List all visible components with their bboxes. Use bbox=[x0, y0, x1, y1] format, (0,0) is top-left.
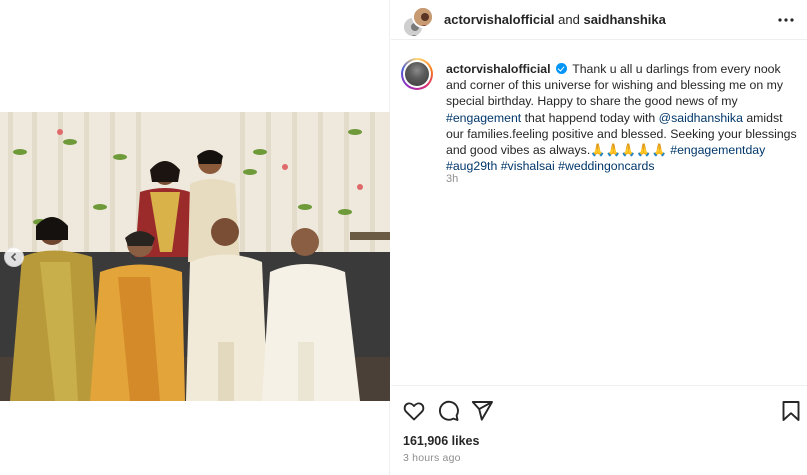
posted-time[interactable]: 3 hours ago bbox=[403, 452, 461, 464]
hashtag-engagementday[interactable]: #engagementday bbox=[670, 143, 765, 157]
hashtag-engagement[interactable]: #engagement bbox=[446, 111, 521, 125]
bookmark-icon bbox=[782, 401, 800, 421]
caption-avatar[interactable] bbox=[401, 58, 433, 90]
caption-emojis: 🙏🙏🙏🙏🙏 bbox=[590, 143, 667, 158]
like-button[interactable] bbox=[402, 399, 426, 423]
post-media bbox=[0, 0, 390, 475]
family-photo-illustration bbox=[0, 112, 390, 401]
share-button[interactable] bbox=[470, 399, 494, 423]
post-side-panel: actorvishalofficial and saidhanshika act… bbox=[391, 0, 807, 475]
likes-count[interactable]: 161,906 likes bbox=[403, 434, 479, 448]
chevron-left-icon bbox=[10, 252, 17, 262]
post-actions: 161,906 likes 3 hours ago bbox=[391, 385, 807, 475]
header-username[interactable]: actorvishalofficial bbox=[444, 12, 555, 27]
more-options-button[interactable] bbox=[777, 11, 795, 29]
carousel-prev-button[interactable] bbox=[4, 247, 24, 267]
save-button[interactable] bbox=[779, 399, 803, 423]
more-horizontal-icon bbox=[778, 18, 794, 22]
caption-username[interactable]: actorvishalofficial bbox=[446, 62, 551, 76]
avatar bbox=[412, 6, 434, 28]
comment-button[interactable] bbox=[436, 399, 460, 423]
comment-icon bbox=[439, 400, 459, 421]
header-connector: and bbox=[554, 12, 584, 27]
hashtag-weddingoncards[interactable]: #weddingoncards bbox=[558, 159, 654, 173]
hashtag-vishalsai[interactable]: #vishalsai bbox=[501, 159, 555, 173]
header-collaborator[interactable]: saidhanshika bbox=[583, 12, 665, 27]
post-header: actorvishalofficial and saidhanshika bbox=[391, 0, 807, 40]
avatar bbox=[405, 62, 429, 86]
post-photo[interactable] bbox=[0, 112, 390, 401]
caption-body-2: that happend today with bbox=[521, 110, 659, 125]
collab-avatars[interactable] bbox=[402, 6, 434, 38]
heart-icon bbox=[403, 402, 425, 421]
send-icon bbox=[471, 401, 493, 421]
mention-saidhanshika[interactable]: @saidhanshika bbox=[659, 111, 743, 125]
caption-timestamp[interactable]: 3h bbox=[446, 173, 458, 185]
hashtag-aug29th[interactable]: #aug29th bbox=[446, 159, 497, 173]
caption-text: actorvishalofficial Thank u all u darlin… bbox=[446, 61, 801, 174]
verified-badge-icon bbox=[555, 63, 567, 74]
post-header-title: actorvishalofficial and saidhanshika bbox=[444, 12, 666, 27]
